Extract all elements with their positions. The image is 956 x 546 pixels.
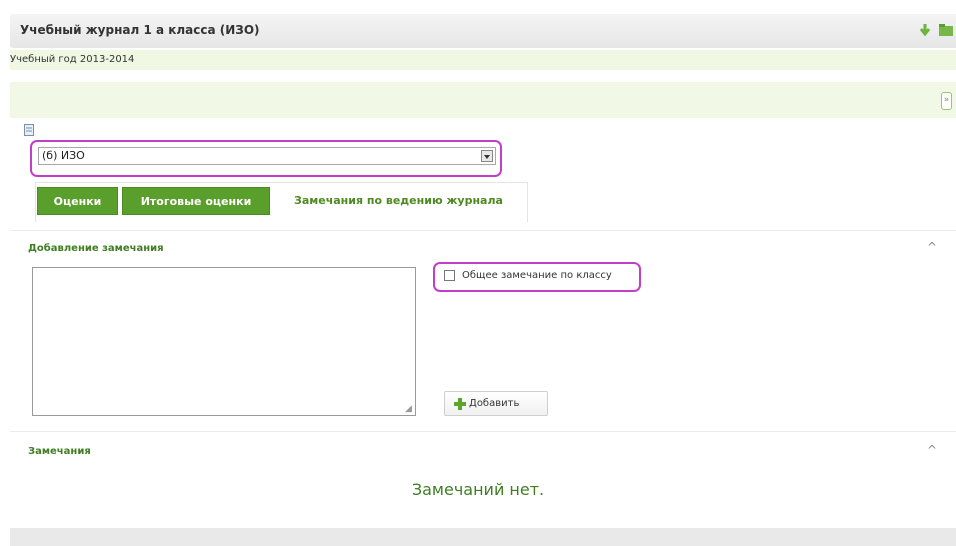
empty-remarks-message: Замечаний нет. <box>411 480 545 499</box>
chevron-up-icon[interactable]: ^ <box>927 443 937 457</box>
general-remark-checkbox[interactable] <box>444 270 455 281</box>
add-remark-section-title: Добавление замечания <box>28 243 164 254</box>
tab-final-grades[interactable]: Итоговые оценки <box>122 187 270 215</box>
dropdown-arrow-icon[interactable] <box>481 150 493 162</box>
chevron-up-icon[interactable]: ^ <box>927 240 937 254</box>
remarks-section-title: Замечания <box>28 446 91 457</box>
remark-textarea[interactable] <box>32 267 416 416</box>
school-year-bar: Учебный год 2013-2014 <box>10 50 956 70</box>
add-plus-icon <box>454 398 466 410</box>
general-remark-label: Общее замечание по классу <box>462 270 612 281</box>
subject-select[interactable]: (б) ИЗО <box>38 147 496 165</box>
journal-header: Учебный журнал 1 а класса (ИЗО) <box>10 14 956 48</box>
folder-icon[interactable] <box>938 22 954 38</box>
page-title: Учебный журнал 1 а класса (ИЗО) <box>20 23 260 37</box>
tab-journal-remarks[interactable]: Замечания по ведению журнала <box>276 187 521 215</box>
tab-grades[interactable]: Оценки <box>37 187 118 215</box>
resize-grip-icon[interactable]: ◢ <box>405 404 412 414</box>
arrow-down-green-icon[interactable] <box>917 22 933 38</box>
section-divider <box>10 230 956 231</box>
document-icon[interactable] <box>24 124 34 136</box>
add-remark-button[interactable]: Добавить <box>444 391 548 416</box>
add-remark-button-label: Добавить <box>469 398 520 409</box>
footer-bar <box>10 528 956 546</box>
expand-icon[interactable]: » <box>941 92 952 110</box>
subject-select-value: (б) ИЗО <box>42 149 85 162</box>
filter-panel: » <box>10 82 956 118</box>
section-divider <box>10 431 956 432</box>
school-year-text: Учебный год 2013-2014 <box>10 54 135 65</box>
